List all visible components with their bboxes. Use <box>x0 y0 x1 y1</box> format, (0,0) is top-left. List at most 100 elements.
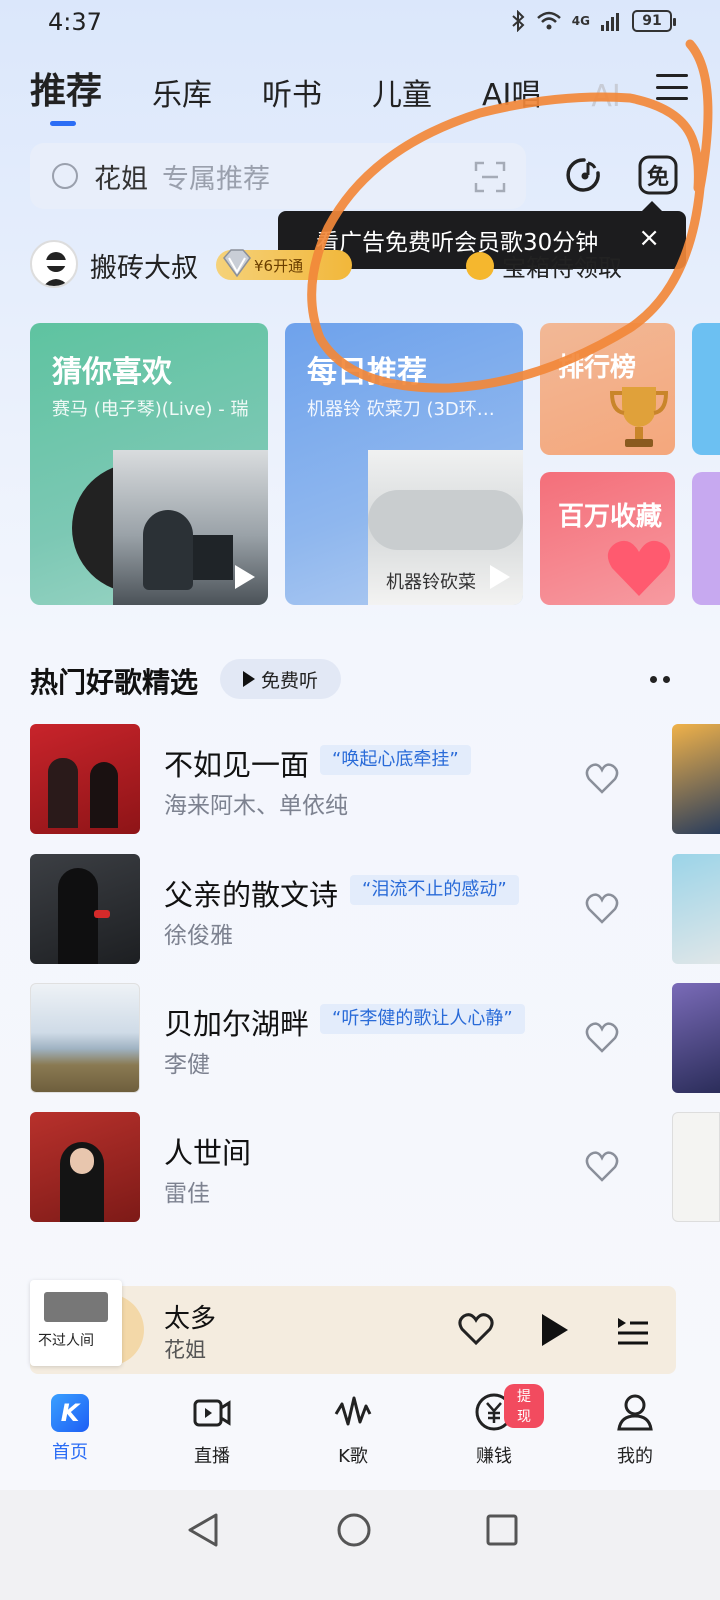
nav-label: 首页 <box>52 1442 88 1463</box>
song-artist: 雷佳 <box>164 1181 210 1207</box>
tab-audiobook[interactable]: 听书 <box>262 70 322 114</box>
play-icon <box>242 671 255 687</box>
card-edge-next-2[interactable] <box>692 472 720 605</box>
bottom-nav: K 首页 直播 K歌 提现 赚钱 我的 <box>0 1380 720 1490</box>
song-tag: “唤起心底牵挂” <box>320 745 471 775</box>
nav-live[interactable]: 直播 <box>162 1392 262 1468</box>
tab-recommend[interactable]: 推荐 <box>30 62 102 126</box>
mini-player[interactable]: 不过人间 太多 花姐 <box>30 1280 676 1374</box>
song-row[interactable]: 父亲的散文诗 “泪流不止的感动” 徐俊雅 <box>30 854 650 964</box>
scan-icon[interactable] <box>474 161 506 193</box>
favorite-icon[interactable] <box>585 1150 619 1184</box>
play-button[interactable] <box>540 1312 570 1348</box>
vip-badge[interactable]: ¥6开通 <box>216 249 352 280</box>
play-icon <box>235 565 255 589</box>
song-title: 贝加尔湖畔 <box>164 1007 310 1041</box>
side-thumbnail[interactable] <box>672 854 720 964</box>
song-title: 不如见一面 <box>164 748 310 782</box>
side-thumbnail[interactable] <box>672 724 720 834</box>
diamond-icon <box>223 249 251 278</box>
nav-karaoke[interactable]: K歌 <box>303 1392 403 1468</box>
status-icons: 4G 91 <box>510 10 676 32</box>
nav-home[interactable]: K 首页 <box>20 1392 120 1464</box>
card-edge-next[interactable] <box>692 323 720 455</box>
song-row[interactable]: 贝加尔湖畔 “听李健的歌让人心静” 李健 <box>30 983 650 1093</box>
vip-label: ¥6开通 <box>254 256 304 275</box>
song-tag: “泪流不止的感动” <box>350 875 519 905</box>
player-cover-text: 不过人间 <box>38 1333 94 1349</box>
tooltip-close-button[interactable]: × <box>638 223 660 253</box>
card-subtitle: 赛马 (电子琴)(Live) - 瑞 <box>52 399 249 420</box>
card-guess-you-like[interactable]: 猜你喜欢 赛马 (电子琴)(Live) - 瑞 <box>30 323 268 605</box>
song-cover <box>30 724 140 834</box>
avatar[interactable] <box>30 240 78 288</box>
tab-kids[interactable]: 儿童 <box>372 70 432 114</box>
card-million-collect[interactable]: 百万收藏 <box>540 472 675 605</box>
search-hint: 专属推荐 <box>162 163 270 195</box>
more-options-icon[interactable] <box>650 676 670 683</box>
treasure-box[interactable]: 宝箱待领取 <box>466 248 622 283</box>
tab-library[interactable]: 乐库 <box>152 70 212 114</box>
svg-text:免: 免 <box>647 164 669 190</box>
battery-indicator: 91 <box>632 10 676 32</box>
user-icon <box>617 1394 653 1431</box>
bluetooth-icon <box>512 10 525 32</box>
trophy-icon <box>609 387 669 447</box>
treasure-label: 宝箱待领取 <box>502 254 622 282</box>
battery-level: 91 <box>642 13 662 29</box>
card-title: 每日推荐 <box>307 355 427 390</box>
song-tag: “听李健的歌让人心静” <box>320 1004 525 1034</box>
card-rankings[interactable]: 排行榜 <box>540 323 675 455</box>
tab-ai[interactable]: AI <box>591 79 620 114</box>
cover-text: 机器铃砍菜 <box>386 572 476 593</box>
play-icon <box>490 565 510 589</box>
heart-icon <box>607 540 671 596</box>
system-navigation <box>0 1490 720 1600</box>
free-listen-icon[interactable]: 免 <box>636 153 680 197</box>
side-thumbnail[interactable] <box>672 1112 720 1222</box>
card-title: 百万收藏 <box>558 502 663 532</box>
now-playing-artist: 花姐 <box>164 1338 206 1362</box>
coin-icon <box>466 251 494 280</box>
recents-icon[interactable] <box>486 1514 518 1546</box>
menu-icon[interactable] <box>656 74 688 100</box>
free-listen-button[interactable]: 免费听 <box>220 659 341 699</box>
song-row[interactable]: 人世间 雷佳 <box>30 1112 650 1222</box>
withdraw-badge: 提现 <box>504 1384 544 1428</box>
music-recognize-icon[interactable] <box>562 153 606 197</box>
song-row[interactable]: 不如见一面 “唤起心底牵挂” 海来阿木、单依纯 <box>30 724 650 834</box>
song-title: 父亲的散文诗 <box>164 878 339 912</box>
tab-ai-sing[interactable]: AI唱 <box>482 70 541 114</box>
search-bar[interactable]: 花姐 专属推荐 <box>30 143 526 209</box>
nav-label: K歌 <box>338 1446 368 1467</box>
karaoke-wave-icon <box>334 1396 372 1426</box>
favorite-icon[interactable] <box>585 892 619 926</box>
nav-earn[interactable]: 提现 赚钱 <box>444 1384 544 1468</box>
home-circle-icon[interactable] <box>336 1512 372 1548</box>
song-cover <box>30 983 140 1093</box>
favorite-icon[interactable] <box>585 762 619 796</box>
card-daily-recommend[interactable]: 每日推荐 机器铃 砍菜刀 (3D环… 机器铃砍菜 <box>285 323 523 605</box>
song-title: 人世间 <box>164 1136 252 1170</box>
nav-me[interactable]: 我的 <box>585 1392 685 1468</box>
live-video-icon <box>193 1399 231 1427</box>
signal-icon <box>601 13 619 31</box>
back-icon[interactable] <box>186 1512 220 1548</box>
nav-label: 我的 <box>617 1446 653 1467</box>
playlist-icon[interactable] <box>616 1314 650 1346</box>
username[interactable]: 搬砖大叔 <box>90 246 198 285</box>
home-icon: K <box>51 1394 89 1432</box>
side-thumbnail[interactable] <box>672 983 720 1093</box>
nav-label: 赚钱 <box>476 1446 512 1467</box>
nav-label: 直播 <box>194 1446 230 1467</box>
card-title: 排行榜 <box>558 353 637 383</box>
favorite-icon[interactable] <box>458 1312 494 1346</box>
section-title: 热门好歌精选 <box>30 666 199 699</box>
song-cover <box>30 854 140 964</box>
song-cover <box>30 1112 140 1222</box>
top-tabs: 推荐 乐库 听书 儿童 AI唱 AI <box>30 62 621 126</box>
song-artist: 海来阿木、单依纯 <box>164 793 348 819</box>
wifi-icon <box>536 11 561 30</box>
status-time: 4:37 <box>48 8 102 36</box>
favorite-icon[interactable] <box>585 1021 619 1055</box>
